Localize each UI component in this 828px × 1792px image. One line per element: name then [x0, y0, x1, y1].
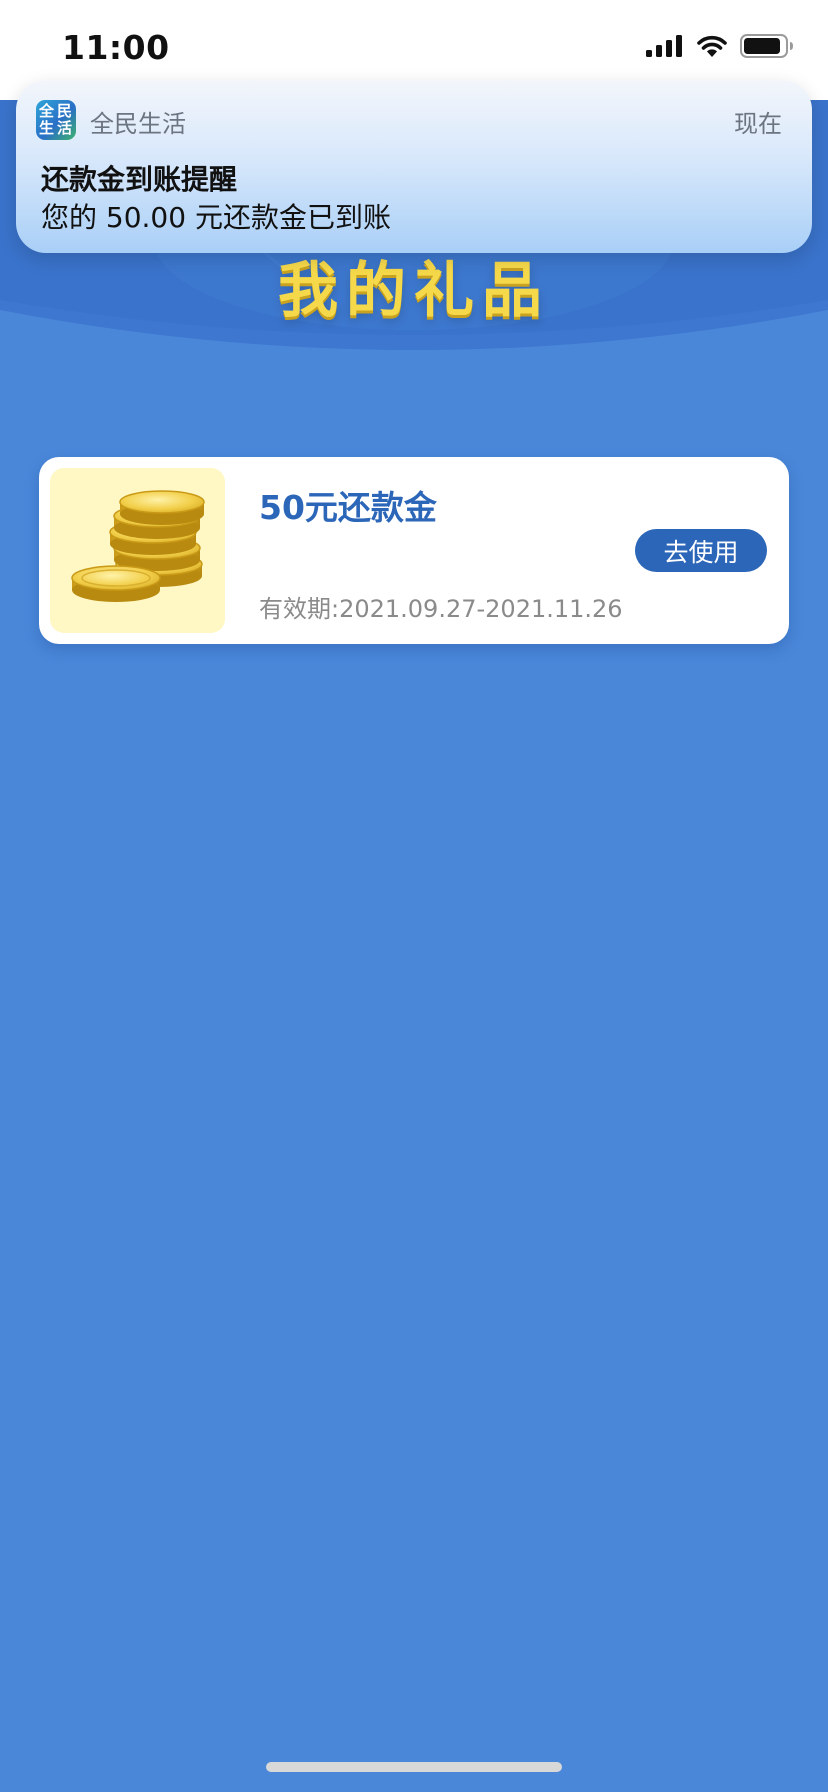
- app-icon-char-1: 全: [39, 102, 55, 120]
- status-icons: [646, 34, 794, 58]
- use-gift-button[interactable]: 去使用: [635, 529, 767, 572]
- home-indicator[interactable]: [266, 1762, 562, 1772]
- screen: 11:00 我的礼品 全 民 生 活 全民生活 现在 还款金到账提醒 您的 50…: [0, 0, 828, 1792]
- gift-validity: 有效期:2021.09.27-2021.11.26: [259, 595, 623, 623]
- app-icon-char-4: 活: [57, 119, 73, 137]
- notification-title: 还款金到账提醒: [41, 163, 238, 196]
- page-title: 我的礼品: [278, 256, 550, 326]
- battery-icon: [740, 34, 793, 58]
- gift-name: 50元还款金: [259, 488, 437, 527]
- app-icon: 全 民 生 活: [36, 100, 76, 140]
- notification-body: 您的 50.00 元还款金已到账: [41, 201, 391, 234]
- gold-coins-icon: [71, 490, 205, 602]
- app-icon-char-2: 民: [57, 102, 73, 120]
- gift-card: 50元还款金 去使用 有效期:2021.09.27-2021.11.26: [39, 457, 789, 644]
- notification-time: 现在: [734, 110, 782, 138]
- notification-banner[interactable]: 全 民 生 活 全民生活 现在 还款金到账提醒 您的 50.00 元还款金已到账: [16, 80, 812, 253]
- notification-app-name: 全民生活: [90, 110, 186, 138]
- app-icon-char-3: 生: [39, 119, 55, 137]
- status-time: 11:00: [62, 28, 170, 67]
- gift-thumbnail: [50, 468, 225, 633]
- wifi-icon: [697, 35, 727, 57]
- signal-icon: [646, 35, 682, 57]
